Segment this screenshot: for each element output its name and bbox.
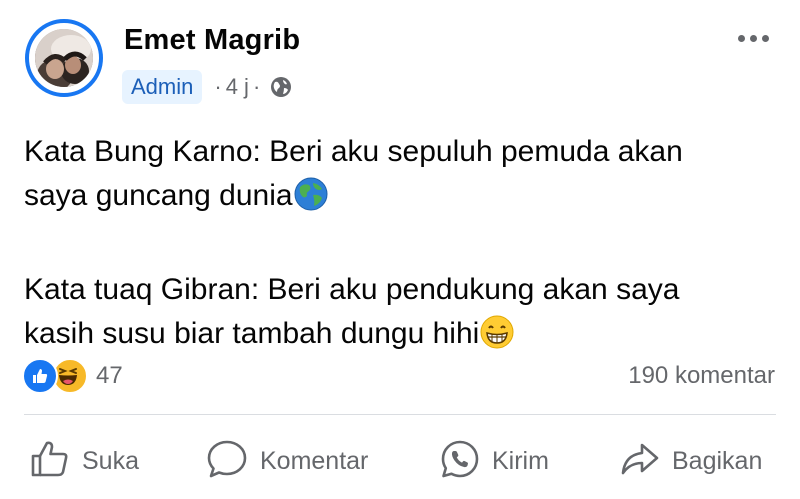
thumbs-up-icon [30, 440, 70, 483]
avatar-photo [35, 29, 93, 87]
whatsapp-icon [440, 439, 480, 484]
post-time-row: · 4 j · [210, 74, 292, 100]
comment-label: Komentar [260, 446, 369, 475]
comment-count[interactable]: 190 komentar [628, 362, 775, 390]
comment-icon [206, 439, 248, 484]
post-paragraph-1: Kata Bung Karno: Beri aku sepuluh pemuda… [24, 130, 764, 224]
separator: · [214, 74, 222, 99]
like-reaction-icon [22, 358, 58, 394]
share-icon [620, 441, 660, 482]
like-label: Suka [82, 446, 139, 475]
facebook-post: Emet Magrib Admin · 4 j · Kata Bung Karn… [0, 0, 800, 499]
comment-button[interactable]: Komentar [206, 436, 368, 486]
share-button[interactable]: Bagikan [620, 436, 762, 486]
post-time[interactable]: 4 j [226, 74, 249, 100]
more-options-icon[interactable] [738, 28, 778, 48]
reaction-count: 47 [96, 362, 123, 389]
send-button[interactable]: Kirim [440, 436, 549, 486]
post-text-line: Kata tuaq Gibran: Beri aku pendukung aka… [24, 273, 680, 306]
send-label: Kirim [492, 446, 549, 475]
grinning-emoji-icon [480, 315, 514, 362]
author-name[interactable]: Emet Magrib [124, 24, 300, 57]
post-text-line: saya guncang dunia [24, 179, 293, 212]
share-label: Bagikan [672, 446, 763, 475]
post-text-line: kasih susu biar tambah dungu hihi [24, 317, 480, 350]
post-text-line: Kata Bung Karno: Beri aku sepuluh pemuda… [24, 135, 683, 168]
avatar[interactable] [25, 19, 103, 97]
divider [24, 414, 776, 415]
globe-icon[interactable] [270, 76, 292, 98]
globe-emoji-icon [294, 177, 328, 224]
post-meta: Admin · 4 j · [122, 68, 292, 106]
like-button[interactable]: Suka [30, 436, 139, 486]
admin-badge[interactable]: Admin [122, 70, 203, 104]
post-body: Kata Bung Karno: Beri aku sepuluh pemuda… [24, 130, 764, 362]
reaction-summary[interactable]: 47 [22, 358, 123, 394]
post-paragraph-2: Kata tuaq Gibran: Beri aku pendukung aka… [24, 268, 764, 362]
separator: · [252, 74, 261, 99]
